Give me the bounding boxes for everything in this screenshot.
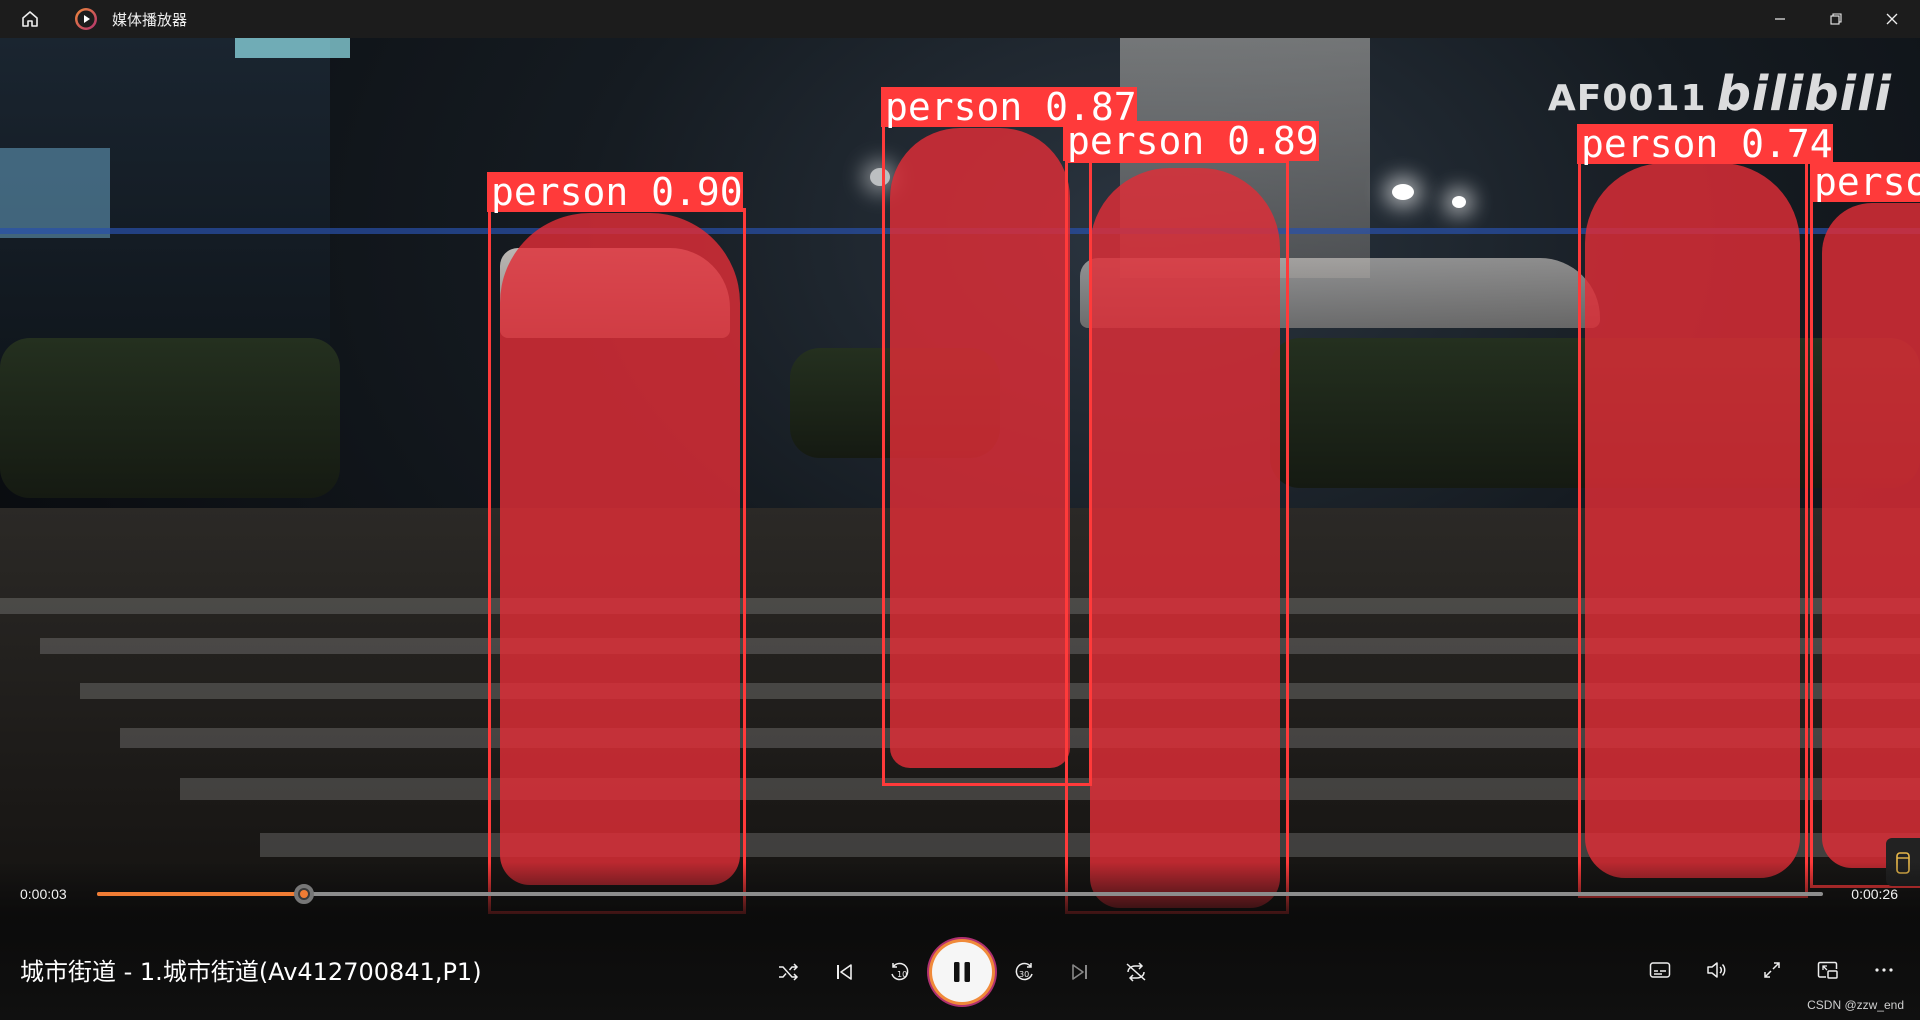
scene-hedge [0,338,340,498]
volume-button[interactable] [1688,942,1744,998]
rewind-10-icon: 10 [891,962,909,981]
app-logo-icon [72,5,100,33]
skip-previous-icon [837,964,852,980]
detection-label: person 0.89 [1063,121,1319,161]
forward-30-icon: 30 [1015,962,1033,981]
detection-label: person 0.90 [487,172,743,212]
close-button[interactable] [1864,0,1920,38]
repeat-icon [1126,962,1146,982]
detection-box [1065,160,1289,914]
subtitles-button[interactable] [1632,942,1688,998]
home-icon [22,11,38,27]
detection-box [1810,198,1920,888]
seek-bar[interactable] [97,884,1823,904]
scene-light [1452,196,1466,208]
subtitles-icon [1649,962,1671,978]
window-controls [1752,0,1920,38]
shuffle-button[interactable] [760,944,816,1000]
scene-light [1392,184,1414,200]
repeat-button[interactable] [1108,944,1164,1000]
shuffle-icon [779,963,799,981]
mini-player-icon [1817,961,1838,979]
seek-thumb[interactable] [294,884,315,904]
playback-controls: 10 30 [760,942,1164,1002]
secondary-controls [1632,942,1912,998]
detection-box [882,123,1092,786]
restore-icon [1830,13,1842,25]
detection-label: perso [1810,162,1920,202]
watermark-code: AF0011 [1547,78,1707,119]
volume-icon [1707,962,1726,978]
minimize-icon [1775,18,1785,20]
seek-bar-progress [97,892,305,896]
current-time: 0:00:03 [20,886,67,902]
detection-label: person 0.74 [1577,124,1833,164]
duration-time: 0:00:26 [1851,886,1898,902]
media-title: 城市街道 - 1.城市街道(Av412700841,P1) [20,958,482,986]
expand-icon [1764,962,1780,978]
previous-button[interactable] [816,944,872,1000]
more-options-button[interactable] [1856,942,1912,998]
fullscreen-button[interactable] [1744,942,1800,998]
video-watermark: AF0011 bilibili [1548,66,1892,122]
more-icon [1875,968,1893,972]
home-button[interactable] [10,0,50,38]
mini-player-button[interactable] [1800,942,1856,998]
svg-text:10: 10 [897,970,907,979]
watermark-brand: bilibili [1716,66,1892,122]
pause-icon [954,962,970,982]
detection-box [1578,160,1808,898]
rewind-10-button[interactable]: 10 [872,944,928,1000]
svg-text:30: 30 [1019,970,1029,979]
credit-watermark: CSDN @zzw_end [1807,998,1904,1012]
scene-sign [235,38,350,58]
scene-window-glow [0,148,110,238]
minimize-button[interactable] [1752,0,1808,38]
player-controls: 0:00:03 0:00:26 城市街道 - 1.城市街道(Av41270084… [0,862,1920,1020]
close-icon [1886,13,1898,25]
detection-box [488,208,746,914]
restore-button[interactable] [1808,0,1864,38]
skip-next-icon [1072,964,1087,980]
title-bar: 媒体播放器 [0,0,1920,38]
window-title: 媒体播放器 [112,10,188,29]
forward-30-button[interactable]: 30 [996,944,1052,1000]
pause-button[interactable] [932,942,992,1002]
next-button[interactable] [1052,944,1108,1000]
